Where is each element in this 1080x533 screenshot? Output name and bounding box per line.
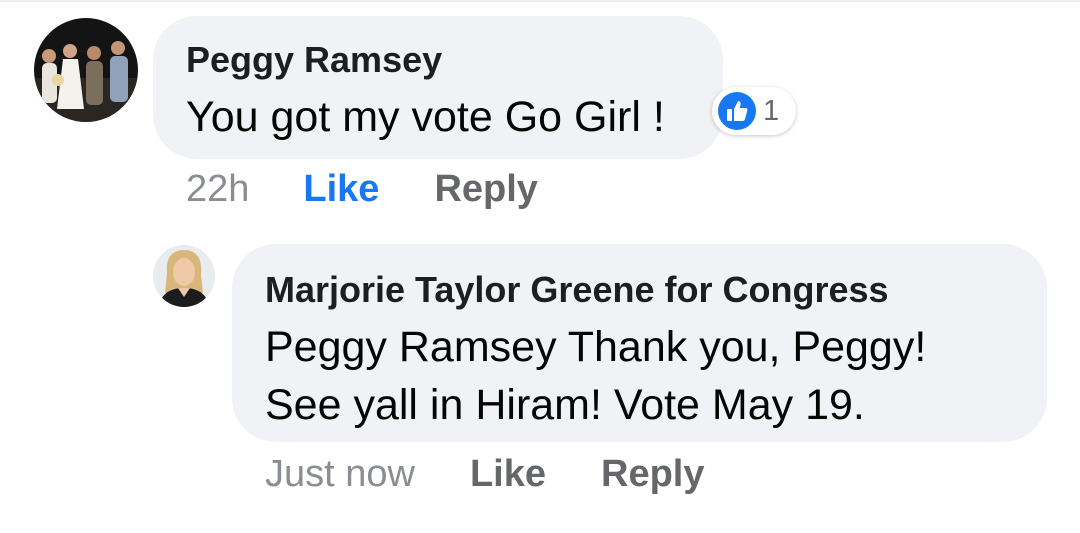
reaction-count: 1 <box>763 94 780 127</box>
comment-bubble: Peggy Ramsey You got my vote Go Girl ! <box>153 16 723 159</box>
comment-timestamp[interactable]: Just now <box>265 451 415 497</box>
comment-text-line: Peggy Ramsey Thank you, Peggy! <box>265 323 927 371</box>
avatar[interactable] <box>153 245 215 307</box>
comment-actions: 22h Like Reply <box>186 166 538 212</box>
comment-author[interactable]: Peggy Ramsey <box>186 38 723 82</box>
comment-actions: Just now Like Reply <box>265 451 705 497</box>
comment-author[interactable]: Marjorie Taylor Greene for Congress <box>265 268 1047 312</box>
like-button[interactable]: Like <box>303 166 379 212</box>
reply-bubble: Marjorie Taylor Greene for Congress Pegg… <box>232 244 1047 442</box>
avatar[interactable] <box>34 18 138 122</box>
comment-text: Peggy Ramsey Thank you, Peggy! See yall … <box>265 318 1047 434</box>
reply-button[interactable]: Reply <box>434 166 537 212</box>
top-divider <box>0 0 1080 2</box>
profile-photo <box>34 18 138 122</box>
comment-timestamp[interactable]: 22h <box>186 166 249 212</box>
thumbs-up-icon <box>718 92 756 130</box>
comment-text: You got my vote Go Girl ! <box>186 93 665 141</box>
reply-button[interactable]: Reply <box>601 451 704 497</box>
comment-text-line: See yall in Hiram! Vote May 19. <box>265 381 865 429</box>
reaction-summary[interactable]: 1 <box>712 87 796 135</box>
profile-photo <box>153 245 215 307</box>
like-button[interactable]: Like <box>470 451 546 497</box>
